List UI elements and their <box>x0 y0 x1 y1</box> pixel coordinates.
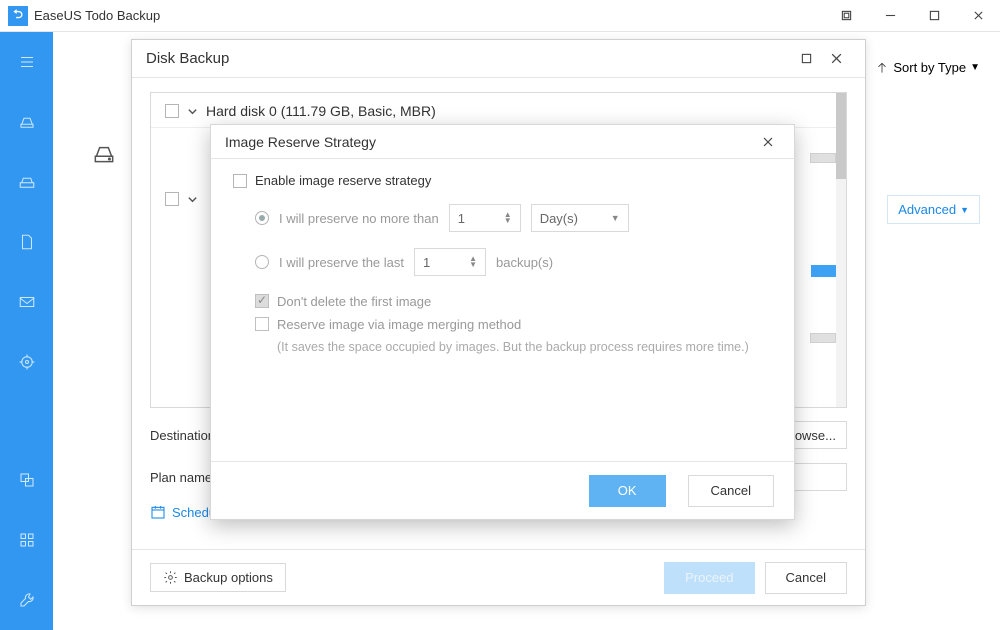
app-logo: ⮌ <box>8 6 28 26</box>
system-backup-icon[interactable] <box>15 170 39 194</box>
window-close-button[interactable] <box>956 0 1000 32</box>
menu-icon[interactable] <box>15 50 39 74</box>
disk-title: Hard disk 0 (111.79 GB, Basic, MBR) <box>206 103 436 119</box>
image-reserve-dialog: Image Reserve Strategy Enable image rese… <box>210 124 795 520</box>
scrollbar-thumb[interactable] <box>836 93 846 179</box>
dont-delete-first-label: Don't delete the first image <box>277 294 431 309</box>
partition-usage-bar <box>811 265 836 277</box>
partition-block <box>810 153 836 163</box>
advanced-label: Advanced <box>898 202 956 217</box>
dialog-maximize-button[interactable] <box>791 44 821 74</box>
preserve-last-suffix: backup(s) <box>496 255 553 270</box>
proceed-button[interactable]: Proceed <box>664 562 754 594</box>
dont-delete-first-checkbox[interactable] <box>255 294 269 308</box>
main-area: Sort by Type ▼ Advanced ▼ Disk Backup Ha <box>53 32 1000 630</box>
dialog-title: Disk Backup <box>146 50 229 67</box>
modal-cancel-button[interactable]: Cancel <box>688 475 774 507</box>
disk-backup-icon[interactable] <box>15 110 39 134</box>
enable-strategy-label: Enable image reserve strategy <box>255 173 431 188</box>
sort-by-button[interactable]: Sort by Type ▼ <box>875 60 980 75</box>
preserve-unit-select[interactable]: Day(s) ▼ <box>531 204 629 232</box>
partition-block <box>810 333 836 343</box>
backup-options-button[interactable]: Backup options <box>150 563 286 592</box>
sort-label: Sort by Type <box>893 60 966 75</box>
stepper-arrows-icon[interactable]: ▲▼ <box>504 212 512 224</box>
preserve-last-label: I will preserve the last <box>279 255 404 270</box>
preserve-last-count[interactable]: 1 ▲▼ <box>414 248 486 276</box>
preserve-last-radio[interactable] <box>255 255 269 269</box>
dialog-close-button[interactable] <box>821 44 851 74</box>
modal-title: Image Reserve Strategy <box>225 134 376 150</box>
chevron-down-icon[interactable] <box>187 106 198 117</box>
file-backup-icon[interactable] <box>15 230 39 254</box>
disk-checkbox[interactable] <box>165 192 179 206</box>
caret-down-icon: ▼ <box>611 213 620 223</box>
caret-down-icon: ▼ <box>970 62 980 73</box>
reserve-merge-note: (It saves the space occupied by images. … <box>277 340 772 354</box>
disk-row[interactable]: Hard disk 0 (111.79 GB, Basic, MBR) <box>151 93 846 128</box>
sidebar <box>0 32 53 630</box>
tools-icon[interactable] <box>15 528 39 552</box>
dialog-header: Disk Backup <box>132 40 865 78</box>
reserve-merge-checkbox[interactable] <box>255 317 269 331</box>
advanced-button[interactable]: Advanced ▼ <box>887 195 980 224</box>
modal-close-button[interactable] <box>756 130 780 154</box>
app-title: EaseUS Todo Backup <box>34 8 824 23</box>
caret-down-icon: ▼ <box>960 205 969 215</box>
clone-icon[interactable] <box>15 468 39 492</box>
reserve-merge-label: Reserve image via image merging method <box>277 317 521 332</box>
disk-backup-glyph <box>91 140 117 171</box>
cancel-button[interactable]: Cancel <box>765 562 847 594</box>
preserve-nomore-count[interactable]: 1 ▲▼ <box>449 204 521 232</box>
stepper-arrows-icon[interactable]: ▲▼ <box>469 256 477 268</box>
disk-checkbox[interactable] <box>165 104 179 118</box>
preserve-nomore-label: I will preserve no more than <box>279 211 439 226</box>
window-minimize-button[interactable] <box>868 0 912 32</box>
target-icon[interactable] <box>15 350 39 374</box>
enable-strategy-checkbox[interactable] <box>233 174 247 188</box>
ok-button[interactable]: OK <box>589 475 666 507</box>
mail-backup-icon[interactable] <box>15 290 39 314</box>
backup-options-label: Backup options <box>184 570 273 585</box>
chevron-down-icon[interactable] <box>187 194 198 205</box>
preserve-nomore-radio[interactable] <box>255 211 269 225</box>
window-maximize-button[interactable] <box>912 0 956 32</box>
settings-icon[interactable] <box>15 588 39 612</box>
window-pinbox-button[interactable] <box>824 0 868 32</box>
titlebar: ⮌ EaseUS Todo Backup <box>0 0 1000 32</box>
